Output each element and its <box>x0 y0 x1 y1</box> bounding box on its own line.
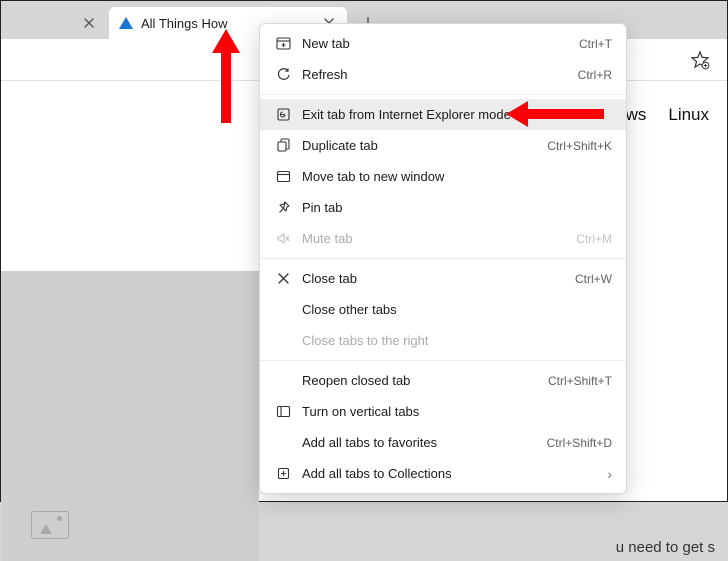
favorites-icon[interactable] <box>689 49 711 71</box>
menu-close-other-tabs[interactable]: Close other tabs <box>260 294 626 325</box>
menu-mute-tab: Mute tab Ctrl+M <box>260 223 626 254</box>
nav-link[interactable]: Linux <box>668 105 709 125</box>
tab-close-icon[interactable] <box>81 15 97 31</box>
menu-add-favorites[interactable]: Add all tabs to favorites Ctrl+Shift+D <box>260 427 626 458</box>
menu-vertical-tabs[interactable]: Turn on vertical tabs <box>260 396 626 427</box>
menu-pin-tab[interactable]: Pin tab <box>260 192 626 223</box>
duplicate-icon <box>272 138 294 153</box>
menu-add-collections[interactable]: Add all tabs to Collections › <box>260 458 626 489</box>
article-subtext: u need to get s <box>616 539 715 556</box>
menu-separator <box>260 258 626 259</box>
window-plus-icon <box>272 37 294 50</box>
grey-panel <box>1 271 259 561</box>
menu-duplicate-tab[interactable]: Duplicate tab Ctrl+Shift+K <box>260 130 626 161</box>
image-placeholder-icon <box>31 511 69 539</box>
menu-new-tab[interactable]: New tab Ctrl+T <box>260 28 626 59</box>
chevron-right-icon: › <box>607 466 612 482</box>
menu-reopen-closed[interactable]: Reopen closed tab Ctrl+Shift+T <box>260 365 626 396</box>
ie-exit-icon <box>272 107 294 122</box>
tab-context-menu: New tab Ctrl+T Refresh Ctrl+R Exit tab f… <box>259 23 627 494</box>
tab-inactive[interactable] <box>7 7 107 39</box>
annotation-arrow-up <box>211 27 241 123</box>
menu-move-tab[interactable]: Move tab to new window <box>260 161 626 192</box>
site-nav: ows Linux <box>616 105 727 125</box>
annotation-arrow-right <box>504 100 604 128</box>
refresh-icon <box>272 67 294 82</box>
collections-icon <box>272 466 294 481</box>
window-icon <box>272 170 294 183</box>
menu-separator <box>260 94 626 95</box>
menu-separator <box>260 360 626 361</box>
menu-close-tabs-right: Close tabs to the right <box>260 325 626 356</box>
site-favicon <box>119 17 133 29</box>
speaker-icon <box>272 231 294 246</box>
menu-close-tab[interactable]: Close tab Ctrl+W <box>260 263 626 294</box>
vertical-tabs-icon <box>272 405 294 418</box>
close-icon <box>272 272 294 285</box>
menu-refresh[interactable]: Refresh Ctrl+R <box>260 59 626 90</box>
pin-icon <box>272 200 294 215</box>
